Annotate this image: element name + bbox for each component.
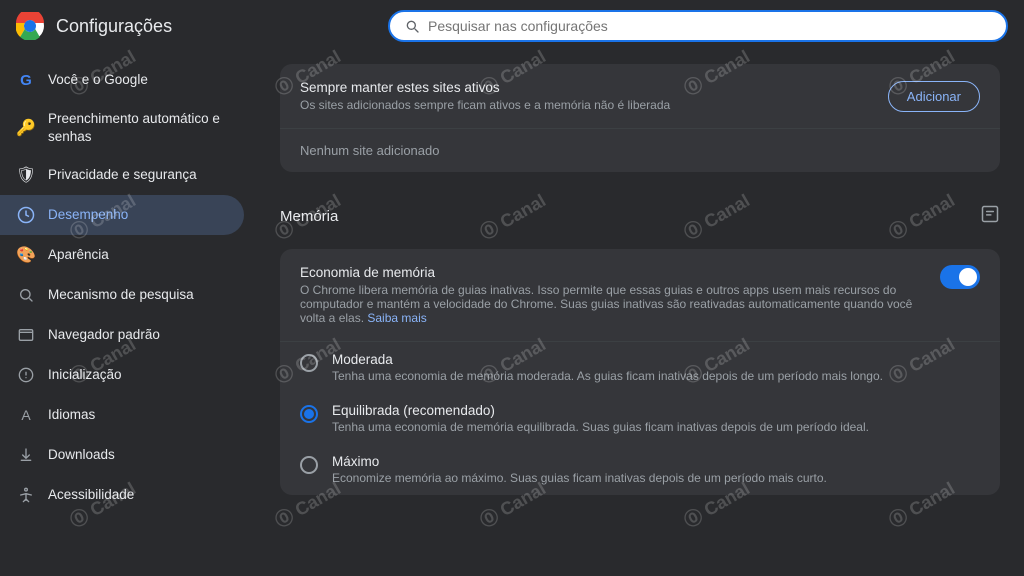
always-active-row: Sempre manter estes sites ativos Os site… bbox=[280, 64, 1000, 129]
sidebar-item-label: Desempenho bbox=[48, 206, 128, 224]
appearance-icon: 🎨 bbox=[16, 245, 36, 265]
sidebar-item-default-browser[interactable]: Navegador padrão bbox=[0, 315, 244, 355]
google-icon: G bbox=[16, 70, 36, 90]
memory-title: Memória bbox=[280, 208, 338, 225]
sidebar-item-privacy[interactable]: 🛡 Privacidade e segurança bbox=[0, 155, 244, 195]
memory-section-header: Memória bbox=[256, 184, 1024, 237]
no-sites-text: Nenhum site adicionado bbox=[280, 129, 1000, 172]
browser-icon bbox=[16, 325, 36, 345]
memory-saving-title: Economia de memória bbox=[300, 265, 928, 280]
radio-max-desc: Economize memória ao máximo. Suas guias … bbox=[332, 471, 827, 485]
sidebar-item-label: Acessibilidade bbox=[48, 486, 134, 504]
search-icon bbox=[404, 18, 420, 34]
top-bar: Configurações bbox=[0, 0, 1024, 52]
search-input[interactable] bbox=[428, 18, 992, 34]
memory-saving-desc: O Chrome libera memória de guias inativa… bbox=[300, 283, 928, 325]
startup-icon bbox=[16, 365, 36, 385]
radio-max-text: Máximo Economize memória ao máximo. Suas… bbox=[332, 454, 827, 485]
radio-balanced-circle[interactable] bbox=[300, 405, 318, 423]
memory-saving-row: Economia de memória O Chrome libera memó… bbox=[280, 249, 1000, 342]
search-engine-icon bbox=[16, 285, 36, 305]
sidebar-item-label: Inicialização bbox=[48, 366, 122, 384]
sidebar-item-downloads[interactable]: Downloads bbox=[0, 435, 244, 475]
always-active-desc: Os sites adicionados sempre ficam ativos… bbox=[300, 98, 888, 112]
radio-moderate[interactable]: Moderada Tenha uma economia de memória m… bbox=[280, 342, 1000, 393]
sidebar-item-label: Mecanismo de pesquisa bbox=[48, 286, 194, 304]
app-title: Configurações bbox=[56, 16, 172, 37]
sidebar-item-languages[interactable]: A Idiomas bbox=[0, 395, 244, 435]
memory-card: Economia de memória O Chrome libera memó… bbox=[280, 249, 1000, 495]
radio-balanced-label: Equilibrada (recomendado) bbox=[332, 403, 869, 418]
memory-info-icon[interactable] bbox=[980, 204, 1000, 229]
memory-saving-toggle[interactable] bbox=[940, 265, 980, 289]
memory-saving-text: Economia de memória O Chrome libera memó… bbox=[300, 265, 928, 325]
sidebar-item-startup[interactable]: Inicialização bbox=[0, 355, 244, 395]
sidebar-item-label: Navegador padrão bbox=[48, 326, 160, 344]
sidebar-item-label: Aparência bbox=[48, 246, 109, 264]
radio-moderate-text: Moderada Tenha uma economia de memória m… bbox=[332, 352, 883, 383]
sidebar-item-label: Você e o Google bbox=[48, 71, 148, 89]
download-icon bbox=[16, 445, 36, 465]
search-bar[interactable] bbox=[388, 10, 1008, 42]
radio-moderate-label: Moderada bbox=[332, 352, 883, 367]
key-icon: 🔑 bbox=[16, 118, 36, 138]
sidebar-item-performance[interactable]: Desempenho bbox=[0, 195, 244, 235]
radio-moderate-circle[interactable] bbox=[300, 354, 318, 372]
radio-balanced-desc: Tenha uma economia de memória equilibrad… bbox=[332, 420, 869, 434]
accessibility-icon bbox=[16, 485, 36, 505]
sidebar-item-label: Idiomas bbox=[48, 406, 95, 424]
always-active-text: Sempre manter estes sites ativos Os site… bbox=[300, 80, 888, 112]
always-active-sites-card: Sempre manter estes sites ativos Os site… bbox=[280, 64, 1000, 172]
sidebar-item-label: Preenchimento automático e senhas bbox=[48, 110, 228, 145]
sidebar-item-google[interactable]: G Você e o Google bbox=[0, 60, 244, 100]
shield-icon: 🛡 bbox=[16, 165, 36, 185]
content-area: Sempre manter estes sites ativos Os site… bbox=[256, 52, 1024, 576]
languages-icon: A bbox=[16, 405, 36, 425]
sidebar-item-accessibility[interactable]: Acessibilidade bbox=[0, 475, 244, 515]
learn-more-link[interactable]: Saiba mais bbox=[367, 311, 426, 325]
radio-moderate-desc: Tenha uma economia de memória moderada. … bbox=[332, 369, 883, 383]
always-active-title: Sempre manter estes sites ativos bbox=[300, 80, 888, 95]
radio-max[interactable]: Máximo Economize memória ao máximo. Suas… bbox=[280, 444, 1000, 495]
add-site-button[interactable]: Adicionar bbox=[888, 81, 980, 112]
sidebar-item-search-engine[interactable]: Mecanismo de pesquisa bbox=[0, 275, 244, 315]
chrome-logo-icon bbox=[16, 12, 44, 40]
performance-icon bbox=[16, 205, 36, 225]
sidebar: G Você e o Google 🔑 Preenchimento automá… bbox=[0, 52, 256, 576]
sidebar-item-appearance[interactable]: 🎨 Aparência bbox=[0, 235, 244, 275]
radio-max-circle[interactable] bbox=[300, 456, 318, 474]
radio-max-label: Máximo bbox=[332, 454, 827, 469]
main-layout: G Você e o Google 🔑 Preenchimento automá… bbox=[0, 52, 1024, 576]
radio-balanced-text: Equilibrada (recomendado) Tenha uma econ… bbox=[332, 403, 869, 434]
sidebar-item-label: Downloads bbox=[48, 446, 115, 464]
sidebar-item-label: Privacidade e segurança bbox=[48, 166, 197, 184]
radio-balanced[interactable]: Equilibrada (recomendado) Tenha uma econ… bbox=[280, 393, 1000, 444]
sidebar-item-autofill[interactable]: 🔑 Preenchimento automático e senhas bbox=[0, 100, 244, 155]
